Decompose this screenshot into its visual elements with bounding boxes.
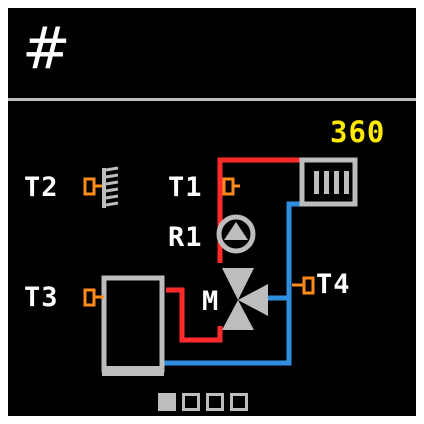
sensor-label-t2: T2 (24, 172, 59, 203)
hydraulic-schematic (83, 157, 358, 376)
page-indicator (158, 393, 248, 411)
page-dot-4[interactable] (230, 393, 248, 411)
radiator-icon (299, 157, 358, 207)
sensor-label-t3: T3 (24, 282, 59, 313)
display-screen: # 360 T2 T1 R1 T3 M T4 (8, 8, 416, 416)
page-dot-3[interactable] (206, 393, 224, 411)
pump-label: R1 (168, 222, 203, 253)
page-dot-1[interactable] (158, 393, 176, 411)
outdoor-wall-icon (102, 166, 119, 208)
pump-icon (216, 214, 256, 254)
boiler-tank-icon (101, 275, 165, 376)
sensor-label-t1: T1 (168, 172, 203, 203)
mixing-valve-icon (222, 268, 268, 330)
page-dot-2[interactable] (182, 393, 200, 411)
mixer-label: M (202, 286, 220, 317)
sensor-label-t4: T4 (316, 269, 351, 300)
